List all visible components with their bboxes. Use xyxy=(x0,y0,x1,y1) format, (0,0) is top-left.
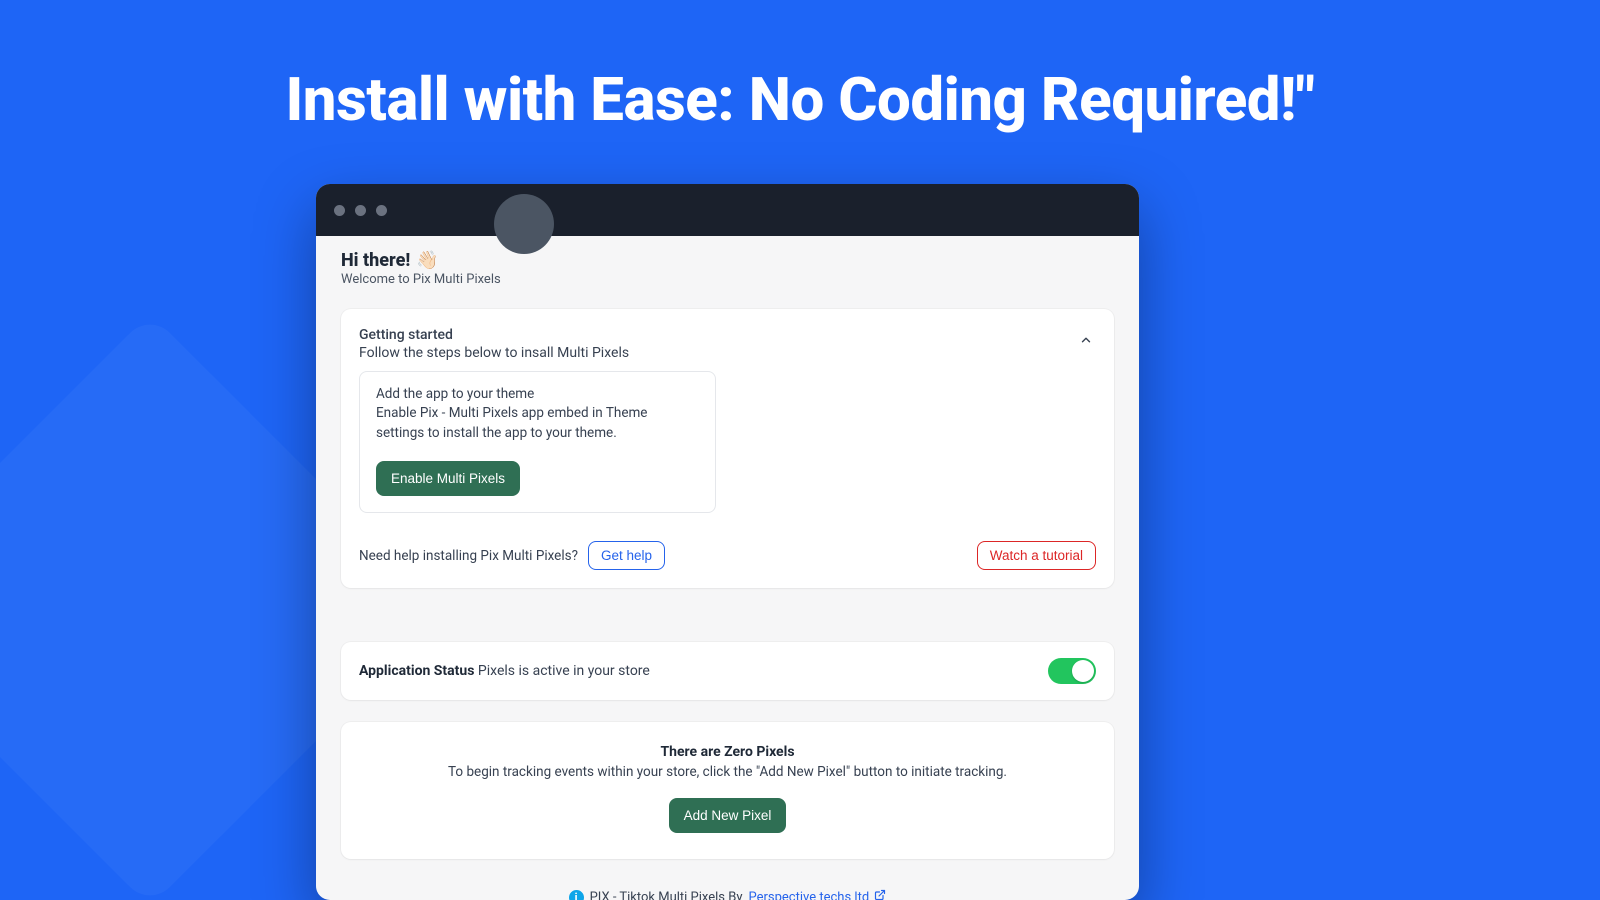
setup-step-card: Add the app to your theme Enable Pix - M… xyxy=(359,371,716,513)
greeting-text: Hi there! xyxy=(341,250,410,271)
status-label: Application Status xyxy=(359,663,474,679)
help-left: Need help installing Pix Multi Pixels? G… xyxy=(359,541,665,570)
status-toggle[interactable] xyxy=(1048,658,1096,684)
watch-tutorial-button[interactable]: Watch a tutorial xyxy=(977,541,1096,570)
page-headline: Install with Ease: No Coding Required!" xyxy=(0,64,1600,135)
wave-icon: 👋🏻 xyxy=(416,250,438,271)
getting-started-subtitle: Follow the steps below to insall Multi P… xyxy=(359,345,1096,361)
window-titlebar xyxy=(316,184,1139,236)
help-prompt: Need help installing Pix Multi Pixels? xyxy=(359,548,578,564)
zero-pixels-description: To begin tracking events within your sto… xyxy=(359,764,1096,780)
zero-pixels-title: There are Zero Pixels xyxy=(359,744,1096,760)
app-window: Hi there! 👋🏻 Welcome to Pix Multi Pixels… xyxy=(316,184,1139,900)
getting-started-card: Getting started Follow the steps below t… xyxy=(341,309,1114,588)
footer-link[interactable]: Perspective techs ltd xyxy=(748,889,886,900)
info-icon: i xyxy=(569,890,584,900)
greeting-row: Hi there! 👋🏻 xyxy=(341,250,1114,271)
application-status-card: Application Status Pixels is active in y… xyxy=(341,642,1114,700)
greeting-subtitle: Welcome to Pix Multi Pixels xyxy=(341,272,1114,287)
footer-text: PIX - Tiktok Multi Pixels By xyxy=(590,890,743,900)
titlebar-decoration xyxy=(494,194,554,254)
getting-started-title: Getting started xyxy=(359,327,1096,343)
enable-multi-pixels-button[interactable]: Enable Multi Pixels xyxy=(376,461,520,496)
collapse-toggle[interactable] xyxy=(1076,331,1096,351)
status-text-wrap: Application Status Pixels is active in y… xyxy=(359,663,650,679)
add-new-pixel-button[interactable]: Add New Pixel xyxy=(669,798,787,833)
window-control-dot xyxy=(376,205,387,216)
step-description: Enable Pix - Multi Pixels app embed in T… xyxy=(376,404,699,443)
step-title: Add the app to your theme xyxy=(376,386,699,402)
footer-link-label: Perspective techs ltd xyxy=(748,890,869,900)
window-control-dot xyxy=(334,205,345,216)
external-link-icon xyxy=(874,889,886,900)
toggle-knob xyxy=(1072,660,1094,682)
status-message: Pixels is active in your store xyxy=(478,663,650,679)
help-row: Need help installing Pix Multi Pixels? G… xyxy=(359,541,1096,570)
window-control-dot xyxy=(355,205,366,216)
get-help-button[interactable]: Get help xyxy=(588,541,665,570)
app-content: Hi there! 👋🏻 Welcome to Pix Multi Pixels… xyxy=(316,236,1139,900)
zero-pixels-card: There are Zero Pixels To begin tracking … xyxy=(341,722,1114,859)
chevron-up-icon xyxy=(1079,332,1093,351)
footer: i PIX - Tiktok Multi Pixels By Perspecti… xyxy=(341,889,1114,900)
